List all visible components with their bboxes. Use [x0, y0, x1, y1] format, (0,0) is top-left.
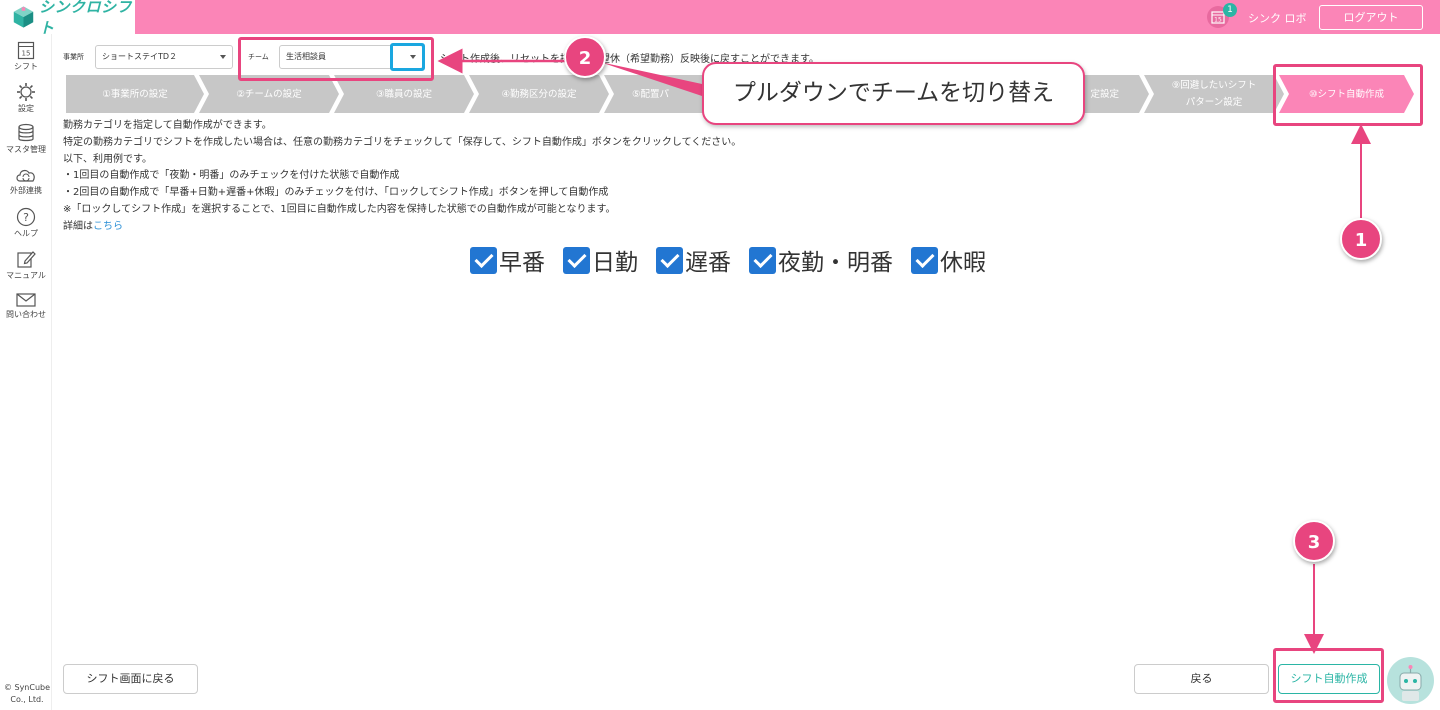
details-link[interactable]: こちら	[93, 221, 123, 232]
sidebar-item-label: マスタ管理	[6, 145, 46, 154]
checkbox-checked-icon[interactable]	[563, 246, 590, 274]
step-10-highlight	[1273, 64, 1423, 126]
sidebar-item-label: マニュアル	[6, 271, 46, 280]
office-label: 事業所	[63, 53, 84, 61]
dropdown-toggle-highlight	[390, 43, 425, 71]
annotation-marker-3: 3	[1293, 520, 1335, 562]
checkbox-label: 早番	[499, 250, 545, 276]
checkbox-checked-icon[interactable]	[749, 246, 776, 274]
checkbox-label: 夜勤・明番	[778, 250, 893, 276]
user-name: シンク ロボ	[1248, 12, 1307, 25]
annotation-marker-1: 1	[1340, 218, 1382, 260]
calendar-icon: 15	[17, 41, 35, 60]
sidebar-item-label: 問い合わせ	[6, 310, 46, 319]
sidebar-item-manual[interactable]: マニュアル	[0, 249, 52, 281]
back-to-shift-button[interactable]: シフト画面に戻る	[63, 664, 198, 694]
office-select-value: ショートステイTD２	[102, 52, 178, 61]
sidebar-item-label: 外部連携	[10, 186, 42, 195]
description-line: 勤務カテゴリを指定して自動作成ができます。	[63, 120, 272, 131]
calendar-day: 15	[1214, 17, 1222, 24]
checkbox-yakin-akeban[interactable]: 夜勤・明番	[749, 243, 893, 277]
checkbox-checked-icon[interactable]	[656, 246, 683, 274]
description-line: ・2回目の自動作成で「早番+日勤+遅番+休暇」のみチェックを付け、「ロックしてシ…	[63, 187, 609, 199]
description-line: ・1回目の自動作成で「夜勤・明番」のみチェックを付けた状態で自動作成	[63, 170, 400, 182]
step-1[interactable]: ①事業所の設定	[66, 75, 204, 113]
description-line: ※「ロックしてシフト作成」を選択することで、1回目に自動作成した内容を保持した状…	[63, 203, 616, 215]
sidebar-item-label: 設定	[18, 104, 34, 113]
top-header: シンクロシフト 15 1 シンク ロボ ログアウト	[0, 0, 1440, 37]
help-icon: ?	[16, 207, 36, 227]
step-9[interactable]: ⑨回避したいシフト パターン設定	[1144, 75, 1284, 113]
copyright: © SynCube Co., Ltd.	[2, 682, 52, 706]
database-icon	[18, 123, 34, 142]
description: 勤務カテゴリを指定して自動作成ができます。 特定の勤務カテゴリでシフトを作成した…	[63, 118, 741, 236]
sidebar-item-label: ヘルプ	[14, 229, 38, 238]
checkbox-label: 遅番	[685, 250, 731, 276]
robot-icon	[1399, 665, 1422, 701]
checkbox-label: 日勤	[592, 250, 638, 276]
robot-avatar[interactable]	[1387, 657, 1434, 704]
sidebar-item-contact[interactable]: 問い合わせ	[0, 292, 52, 320]
checkbox-kyuka[interactable]: 休暇	[911, 243, 986, 277]
details-line: 詳細はこちら	[63, 219, 741, 236]
checkbox-checked-icon[interactable]	[911, 246, 938, 274]
description-line: 特定の勤務カテゴリでシフトを作成したい場合は、任意の勤務カテゴリをチェックして「…	[63, 136, 742, 148]
details-prefix: 詳細は	[63, 220, 93, 232]
step-4[interactable]: ④勤務区分の設定	[469, 75, 609, 113]
sidebar-calendar-day: 15	[22, 50, 31, 58]
step-9-line2: パターン設定	[1185, 97, 1243, 108]
logo-text: シンクロシフト	[39, 0, 133, 37]
step-9-line1: ⑨回避したいシフト	[1171, 80, 1257, 91]
sidebar-item-integration[interactable]: 外部連携	[0, 166, 52, 196]
back-button[interactable]: 戻る	[1134, 664, 1269, 694]
sidebar-item-shift[interactable]: 15 シフト	[0, 40, 52, 72]
sidebar: 15 シフト 設定 マスタ管理 外部連携 ? ヘルプ マニュアル 問い合わせ ©…	[0, 34, 52, 710]
auto-create-highlight	[1273, 648, 1384, 703]
copyright-line: © SynCube	[3, 683, 51, 692]
chevron-down-icon	[220, 55, 226, 59]
gear-icon	[17, 83, 35, 101]
app-logo[interactable]: シンクロシフト	[0, 0, 135, 37]
svg-text:?: ?	[23, 211, 29, 224]
checkbox-nikkin[interactable]: 日勤	[563, 243, 638, 277]
checkbox-label: 休暇	[940, 250, 986, 276]
sidebar-item-settings[interactable]: 設定	[0, 82, 52, 114]
cloud-sync-icon	[16, 169, 35, 182]
office-select[interactable]: ショートステイTD２	[95, 45, 233, 69]
annotation-marker-2: 2	[564, 36, 606, 78]
sidebar-item-help[interactable]: ? ヘルプ	[0, 207, 52, 239]
annotation-callout: プルダウンでチームを切り替え	[702, 62, 1085, 125]
pencil-icon	[17, 251, 36, 268]
logo-cube-icon	[13, 6, 34, 28]
checkbox-hayaban[interactable]: 早番	[470, 243, 545, 277]
category-checkboxes: 早番 日勤 遅番 夜勤・明番 休暇	[470, 243, 1004, 277]
checkbox-osoban[interactable]: 遅番	[656, 243, 731, 277]
copyright-line: Co., Ltd.	[10, 695, 44, 704]
sidebar-item-master[interactable]: マスタ管理	[0, 123, 52, 155]
mail-icon	[16, 293, 36, 307]
notification-count-badge: 1	[1223, 3, 1237, 17]
description-line: 以下、利用例です。	[63, 153, 152, 165]
checkbox-checked-icon[interactable]	[470, 246, 497, 274]
sidebar-item-label: シフト	[14, 62, 38, 71]
logout-button[interactable]: ログアウト	[1319, 5, 1423, 30]
